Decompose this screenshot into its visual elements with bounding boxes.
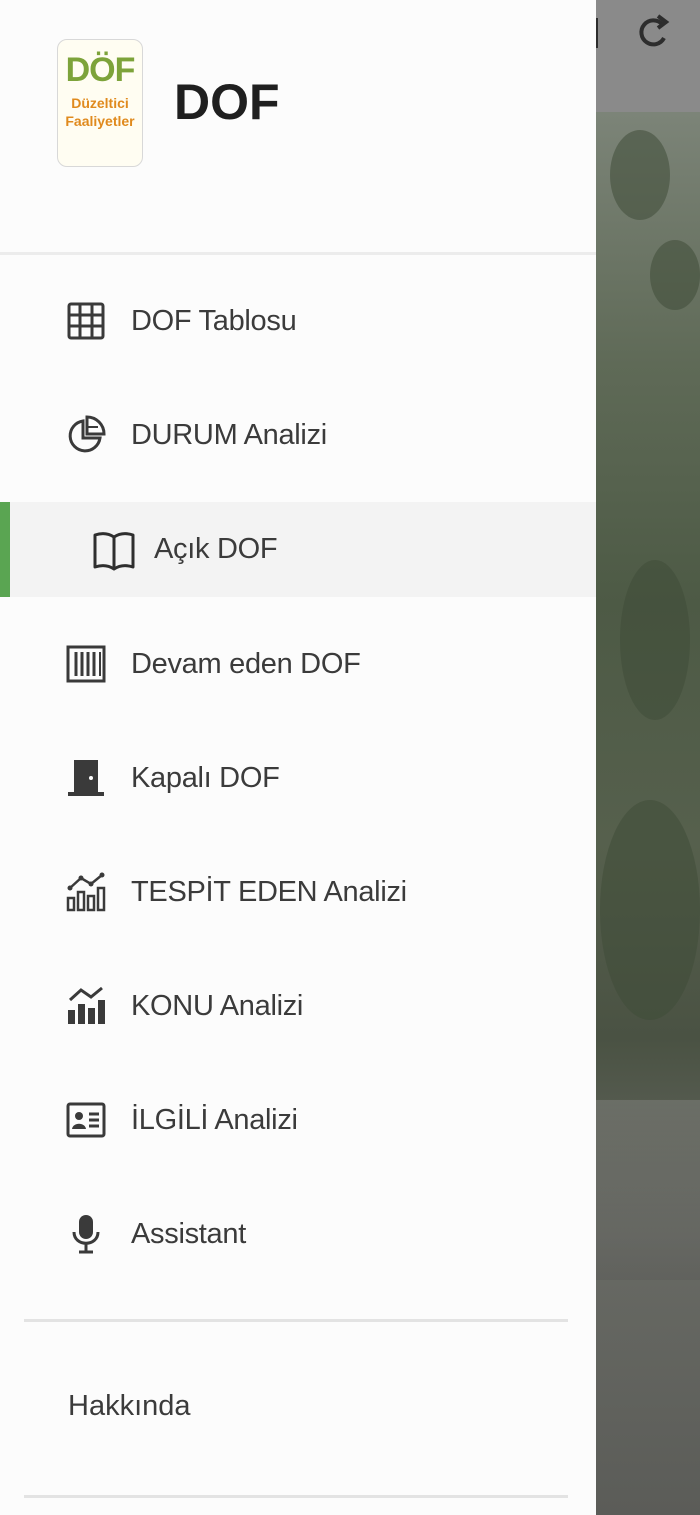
open-book-icon [93,531,135,570]
logo-text-dof: DÖF [65,51,136,89]
menu-item-label: Kapalı DOF [131,761,280,794]
menu-divider [24,1319,568,1322]
menu-item-tespit-eden-analizi[interactable]: TESPİT EDEN Analizi [0,835,596,949]
menu-item-label: İLGİLİ Analizi [131,1103,298,1136]
microphone-icon [72,1215,100,1254]
refresh-icon [639,14,670,47]
app-logo: DÖF Düzeltici Faaliyetler [57,39,143,167]
menu-item-label: DURUM Analizi [131,418,327,451]
menu-item-label: Devam eden DOF [131,647,361,680]
drawer-header: DÖF Düzeltici Faaliyetler DOF [0,0,596,254]
menu-item-label: TESPİT EDEN Analizi [131,875,407,908]
menu-item-hakkinda[interactable]: Hakkında [68,1390,191,1423]
logo-text-line2: Düzeltici [71,95,129,111]
trend-bars-filled-icon [68,986,105,1024]
navigation-drawer: DÖF Düzeltici Faaliyetler DOF DOF Tablos… [0,0,596,1515]
barcode-columns-icon [66,645,106,683]
drawer-menu: DOF Tablosu DURUM Analizi Açık DOF Devam… [0,264,596,1291]
active-indicator [0,502,10,597]
menu-item-kapali-dof[interactable]: Kapalı DOF [0,721,596,835]
menu-item-acik-dof[interactable]: Açık DOF [0,502,596,597]
menu-item-label: DOF Tablosu [131,304,297,337]
contact-card-icon [66,1102,106,1138]
menu-item-konu-analizi[interactable]: KONU Analizi [0,949,596,1063]
app-title: DOF [174,74,280,130]
menu-item-label: Assistant [131,1217,246,1250]
menu-item-ilgili-analizi[interactable]: İLGİLİ Analizi [0,1063,596,1177]
menu-item-devam-eden-dof[interactable]: Devam eden DOF [0,607,596,721]
menu-item-durum-analizi[interactable]: DURUM Analizi [0,378,596,492]
table-grid-icon [67,302,105,340]
menu-item-assistant[interactable]: Assistant [0,1177,596,1291]
menu-item-label: Açık DOF [154,533,278,565]
pie-chart-icon [68,415,106,453]
menu-item-label: KONU Analizi [131,989,304,1022]
bottom-divider [24,1495,568,1498]
logo-text-line3: Faaliyetler [65,113,135,129]
header-divider [0,252,596,255]
trend-bars-outline-icon [66,872,106,912]
door-closed-icon [68,760,104,796]
background-walkway [596,1100,700,1280]
menu-item-dof-tablosu[interactable]: DOF Tablosu [0,264,596,378]
